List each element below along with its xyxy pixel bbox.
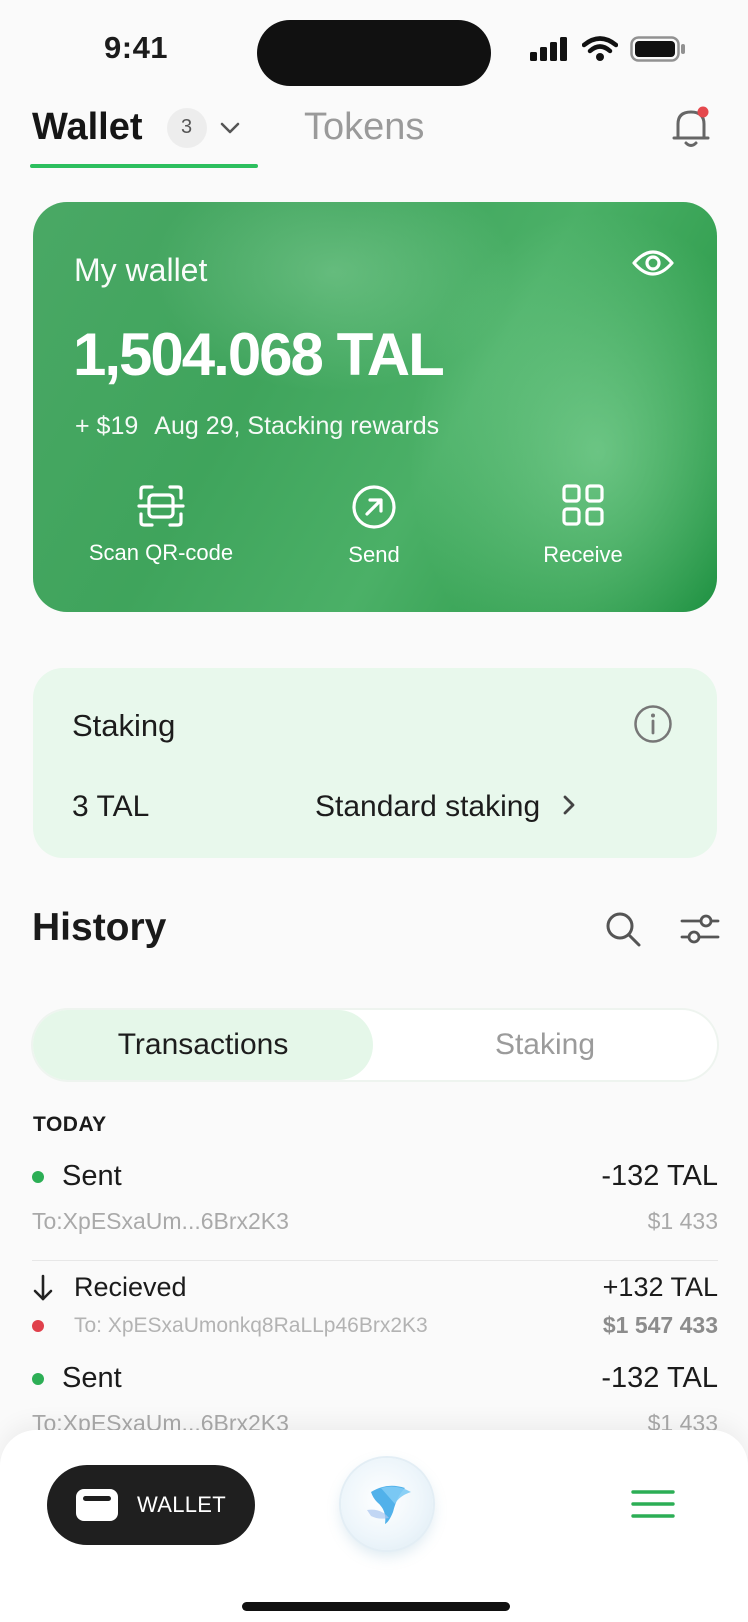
transaction-amount: -132 TAL — [601, 1160, 718, 1192]
filter-icon[interactable] — [680, 912, 720, 951]
status-icons — [530, 36, 686, 62]
reward-amount: + $19 — [75, 412, 139, 440]
tab-wallet[interactable]: Wallet 3 — [32, 106, 241, 149]
transaction-usd: $1 547 433 — [602, 1312, 718, 1338]
staking-title: Staking — [72, 708, 176, 743]
wallet-count-badge: 3 — [166, 107, 207, 148]
segment-staking[interactable]: Staking — [373, 1010, 717, 1080]
transaction-address: To:XpESxaUm...6Brx2K3 — [32, 1208, 289, 1234]
battery-icon — [630, 36, 685, 62]
send-button[interactable]: Send — [335, 484, 413, 568]
chevron-right-icon — [562, 790, 576, 824]
transaction-row[interactable]: Recieved +132 TAL To: XpESxaUmonkq8RaLLp… — [32, 1272, 718, 1352]
receive-label: Receive — [543, 542, 623, 567]
scan-qr-label: Scan QR-code — [88, 540, 234, 565]
divider — [32, 1260, 718, 1261]
segment-transactions[interactable]: Transactions — [33, 1010, 373, 1080]
reward-text: Aug 29, Stacking rewards — [154, 412, 440, 440]
reward-line: + $19 Aug 29, Stacking rewards — [75, 412, 439, 441]
search-icon[interactable] — [604, 910, 642, 953]
transaction-address-line: To: XpESxaUmonkq8RaLLp46Brx2K3 — [32, 1314, 428, 1338]
transaction-type-label: Recieved — [74, 1272, 187, 1302]
tab-wallet-label: Wallet — [32, 106, 143, 148]
info-icon[interactable] — [633, 704, 673, 749]
dynamic-island — [257, 20, 491, 86]
scan-qr-icon — [137, 485, 185, 527]
tab-wallet-indicator — [30, 164, 258, 168]
wallet-card: My wallet 1,504.068 TAL + $19 Aug 29, Sta… — [33, 202, 717, 612]
transaction-row[interactable]: Sent -132 TAL To:XpESxaUm...6Brx2K3 $1 4… — [32, 1160, 718, 1240]
wifi-icon — [582, 36, 618, 61]
tab-tokens[interactable]: Tokens — [304, 106, 424, 149]
transaction-type: Sent — [32, 1160, 122, 1193]
wallet-actions: Scan QR-code Send Receive — [33, 484, 717, 584]
wallet-balance: 1,504.068 TAL — [73, 321, 445, 388]
send-label: Send — [348, 542, 400, 567]
staking-type-label: Standard staking — [315, 790, 541, 823]
wallet-icon — [76, 1489, 118, 1521]
transaction-type: Recieved — [32, 1272, 187, 1303]
staking-type-link[interactable]: Standard staking — [315, 790, 576, 824]
home-indicator — [242, 1602, 510, 1611]
staking-amount: 3 TAL — [72, 790, 150, 823]
notification-dot — [697, 106, 709, 118]
nav-wallet-button[interactable]: WALLET — [47, 1465, 255, 1545]
transaction-type-label: Sent — [62, 1160, 122, 1192]
transaction-amount: +132 TAL — [602, 1272, 718, 1302]
scan-qr-button[interactable]: Scan QR-code — [79, 484, 243, 566]
status-dot — [32, 1372, 44, 1385]
qr-code-icon — [562, 484, 604, 526]
eye-icon[interactable] — [631, 247, 675, 284]
bell-icon[interactable] — [666, 102, 716, 152]
transaction-amount: -132 TAL — [601, 1362, 718, 1394]
transaction-type-label: Sent — [62, 1362, 122, 1394]
history-segment-control: Transactions Staking — [33, 1010, 717, 1080]
status-bar: 9:41 — [0, 0, 748, 88]
send-arrow-icon — [352, 485, 396, 529]
history-title: History — [32, 906, 167, 949]
header: Wallet 3 Tokens — [30, 100, 720, 172]
transaction-usd: $1 433 — [647, 1208, 718, 1234]
wallet-title: My wallet — [74, 252, 208, 288]
signal-icon — [530, 37, 567, 61]
staking-card[interactable]: Staking 3 TAL Standard staking — [33, 668, 717, 858]
chevron-down-icon[interactable] — [219, 121, 241, 135]
transaction-type: Sent — [32, 1362, 122, 1395]
transaction-address: To: XpESxaUmonkq8RaLLp46Brx2K3 — [74, 1314, 428, 1337]
arrow-down-icon — [32, 1274, 54, 1302]
ai-orb-icon[interactable] — [341, 1458, 433, 1550]
bottom-nav: WALLET — [0, 1430, 748, 1622]
status-time: 9:41 — [104, 30, 169, 65]
receive-button[interactable]: Receive — [528, 484, 638, 568]
status-dot — [32, 1320, 44, 1332]
group-label-today: TODAY — [33, 1113, 107, 1136]
nav-wallet-label: WALLET — [137, 1492, 227, 1517]
status-dot — [32, 1170, 44, 1183]
menu-icon[interactable] — [630, 1488, 676, 1525]
